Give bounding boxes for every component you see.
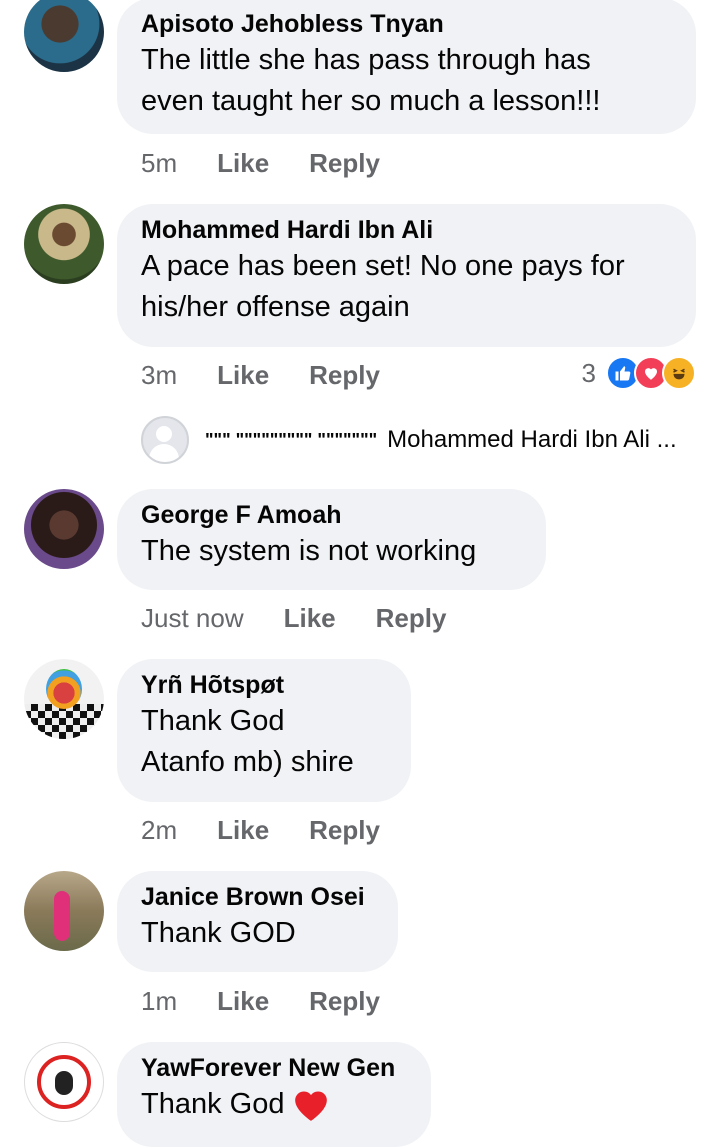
comment-bubble: George F Amoah The system is not working (117, 489, 546, 590)
comment-bubble: Mohammed Hardi Ibn Ali A pace has been s… (117, 204, 696, 347)
comment-author[interactable]: Mohammed Hardi Ibn Ali (141, 214, 672, 246)
comment-text-content: Thank God (141, 1088, 285, 1120)
like-button[interactable]: Like (217, 985, 269, 1017)
reply-button[interactable]: Reply (376, 602, 447, 634)
comment-author[interactable]: Yrñ Hõtspøt (141, 669, 387, 701)
reply-author: """ """"""""" """"""" (205, 429, 378, 450)
comment-actions: 1m Like Reply (141, 985, 380, 1017)
comment-timestamp[interactable]: Just now (141, 602, 244, 634)
reply-button[interactable]: Reply (309, 147, 380, 179)
reaction-count: 3 (581, 357, 596, 388)
avatar[interactable] (24, 659, 104, 739)
reply-button[interactable]: Reply (309, 985, 380, 1017)
comment-author[interactable]: George F Amoah (141, 499, 522, 531)
comment-actions: 5m Like Reply (141, 147, 380, 179)
comment-bubble: YawForever New Gen Thank God (117, 1042, 431, 1147)
comment-text: The little she has pass through has even… (141, 44, 601, 117)
comment-text: Thank God (141, 1084, 407, 1125)
comment-bubble: Yrñ Hõtspøt Thank God Atanfo mb) shire (117, 659, 411, 802)
like-button[interactable]: Like (284, 602, 336, 634)
comment-actions: 3m Like Reply (141, 359, 380, 391)
comment-author[interactable]: Apisoto Jehobless Tnyan (141, 8, 672, 40)
comment-timestamp[interactable]: 3m (141, 359, 177, 391)
haha-reaction-icon (662, 356, 696, 390)
comment-text: Thank God Atanfo mb) shire (141, 705, 354, 778)
heart-emoji-icon (292, 1087, 330, 1123)
reply-snippet: Mohammed Hardi Ibn Ali ... (387, 426, 677, 453)
reaction-summary[interactable]: 3 (582, 356, 696, 390)
avatar[interactable] (24, 489, 104, 569)
comment-actions: 2m Like Reply (141, 814, 380, 846)
comment-text: A pace has been set! No one pays for his… (141, 250, 625, 323)
avatar[interactable] (24, 1042, 104, 1122)
comment-actions: Just now Like Reply (141, 602, 446, 634)
comment-timestamp[interactable]: 5m (141, 147, 177, 179)
like-button[interactable]: Like (217, 147, 269, 179)
comment-timestamp[interactable]: 1m (141, 985, 177, 1017)
comment-text: The system is not working (141, 535, 477, 567)
comment-text: Thank GOD (141, 917, 296, 949)
comment-author[interactable]: Janice Brown Osei (141, 881, 374, 913)
comment-bubble: Janice Brown Osei Thank GOD (117, 871, 398, 972)
comment-author[interactable]: YawForever New Gen (141, 1052, 407, 1084)
avatar[interactable] (24, 871, 104, 951)
avatar[interactable] (24, 204, 104, 284)
reply-preview[interactable]: """ """"""""" """"""" Mohammed Hardi Ibn… (141, 416, 677, 464)
reply-button[interactable]: Reply (309, 814, 380, 846)
reply-button[interactable]: Reply (309, 359, 380, 391)
like-button[interactable]: Like (217, 814, 269, 846)
like-button[interactable]: Like (217, 359, 269, 391)
comment-bubble: Apisoto Jehobless Tnyan The little she h… (117, 0, 696, 134)
avatar[interactable] (24, 0, 104, 72)
comment-timestamp[interactable]: 2m (141, 814, 177, 846)
default-avatar-icon (141, 416, 189, 464)
